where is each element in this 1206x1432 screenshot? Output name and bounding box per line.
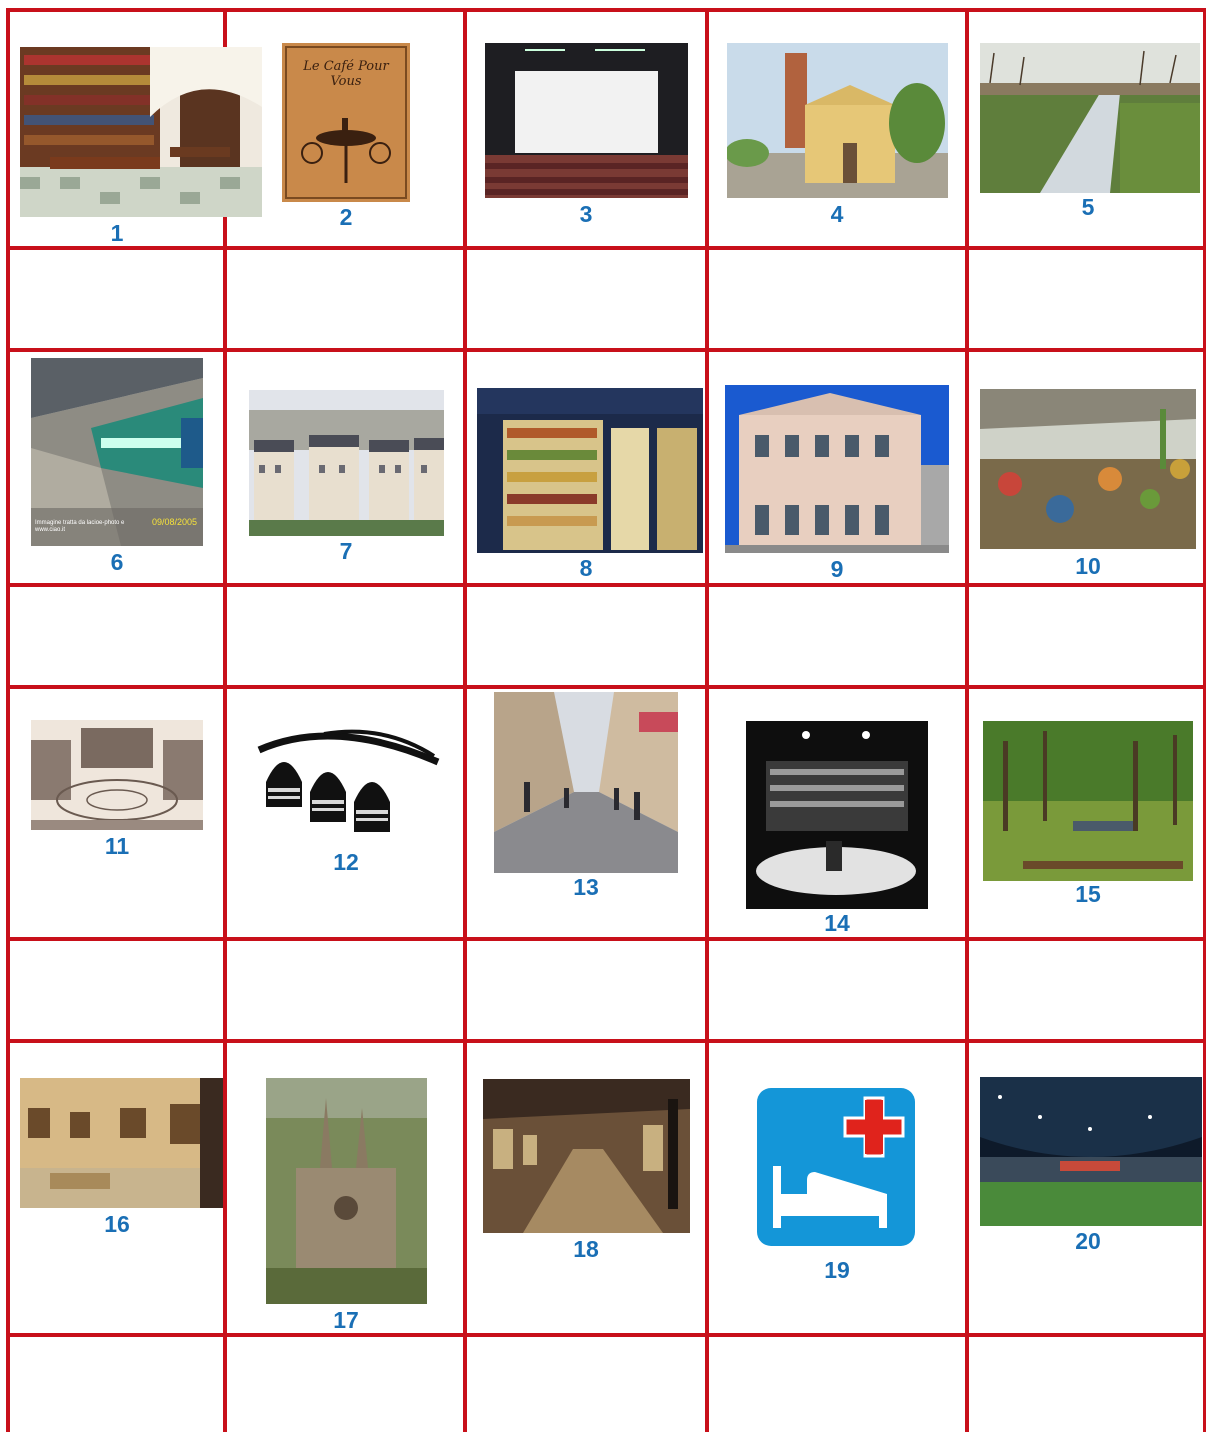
picture-number: 16 <box>104 1211 130 1237</box>
picture-cafe-poster: Le Café Pour Vous <box>282 43 410 202</box>
picture-cathedral <box>266 1078 427 1304</box>
watermark-date: 09/08/2005 <box>151 517 197 527</box>
picture-number: 5 <box>1081 194 1095 220</box>
picture-number: 2 <box>339 204 353 230</box>
grid-line-h4 <box>6 685 1206 689</box>
grid-line-v2 <box>463 8 467 1432</box>
picture-number: 4 <box>830 201 844 227</box>
grid-line-v1 <box>223 8 227 1432</box>
picture-library <box>20 47 262 217</box>
picture-train-station: Immagine tratta da lacioe-photo e www.ci… <box>31 358 203 546</box>
answer-row-3 <box>10 941 1203 1039</box>
picture-number: 18 <box>573 1236 599 1262</box>
picture-number: 6 <box>110 549 124 575</box>
picture-number: 11 <box>104 833 130 859</box>
picture-number: 3 <box>579 201 593 227</box>
picture-town-hall <box>725 385 949 553</box>
grid-line-h6 <box>6 1039 1206 1043</box>
grid-line-v3 <box>705 8 709 1432</box>
picture-stadium <box>980 1077 1202 1226</box>
grid-line-h2 <box>6 348 1206 352</box>
picture-number: 17 <box>333 1307 359 1333</box>
picture-number: 15 <box>1075 881 1101 907</box>
answer-row-1 <box>10 250 1203 348</box>
watermark-text: Immagine tratta da lacioe-photo e www.ci… <box>35 520 125 533</box>
picture-number: 20 <box>1075 1228 1101 1254</box>
picture-number: 8 <box>579 555 593 581</box>
picture-museum <box>20 1078 223 1208</box>
picture-square-engraving <box>31 720 203 830</box>
picture-number: 19 <box>824 1257 850 1283</box>
grid-line-v0 <box>6 8 10 1432</box>
picture-grid: 1 Le Café Pour Vous 2 3 4 5 Immagine tra… <box>0 0 1206 1432</box>
grid-line-v4 <box>965 8 969 1432</box>
picture-number: 14 <box>824 910 850 936</box>
picture-shopping-street <box>494 692 678 873</box>
picture-number: 12 <box>333 849 359 875</box>
picture-number: 13 <box>573 874 599 900</box>
picture-arcade <box>483 1079 690 1233</box>
picture-church <box>727 43 948 198</box>
grid-line-h0 <box>6 8 1206 12</box>
answer-row-2 <box>10 587 1203 685</box>
answer-row-4 <box>10 1337 1203 1432</box>
picture-park <box>983 721 1193 881</box>
picture-canal <box>980 43 1200 193</box>
picture-grocery-shop <box>477 388 703 553</box>
picture-cinema <box>485 43 688 198</box>
picture-number: 1 <box>110 220 124 246</box>
picture-number: 9 <box>830 556 844 582</box>
poster-title: Le Café Pour Vous <box>303 59 389 89</box>
picture-tunnel-logo <box>254 722 440 842</box>
picture-theatre <box>746 721 928 909</box>
picture-number: 10 <box>1075 553 1101 579</box>
picture-number: 7 <box>339 538 353 564</box>
picture-rooftops <box>249 390 444 536</box>
picture-market <box>980 389 1196 549</box>
hospital-sign-icon <box>747 1076 925 1254</box>
